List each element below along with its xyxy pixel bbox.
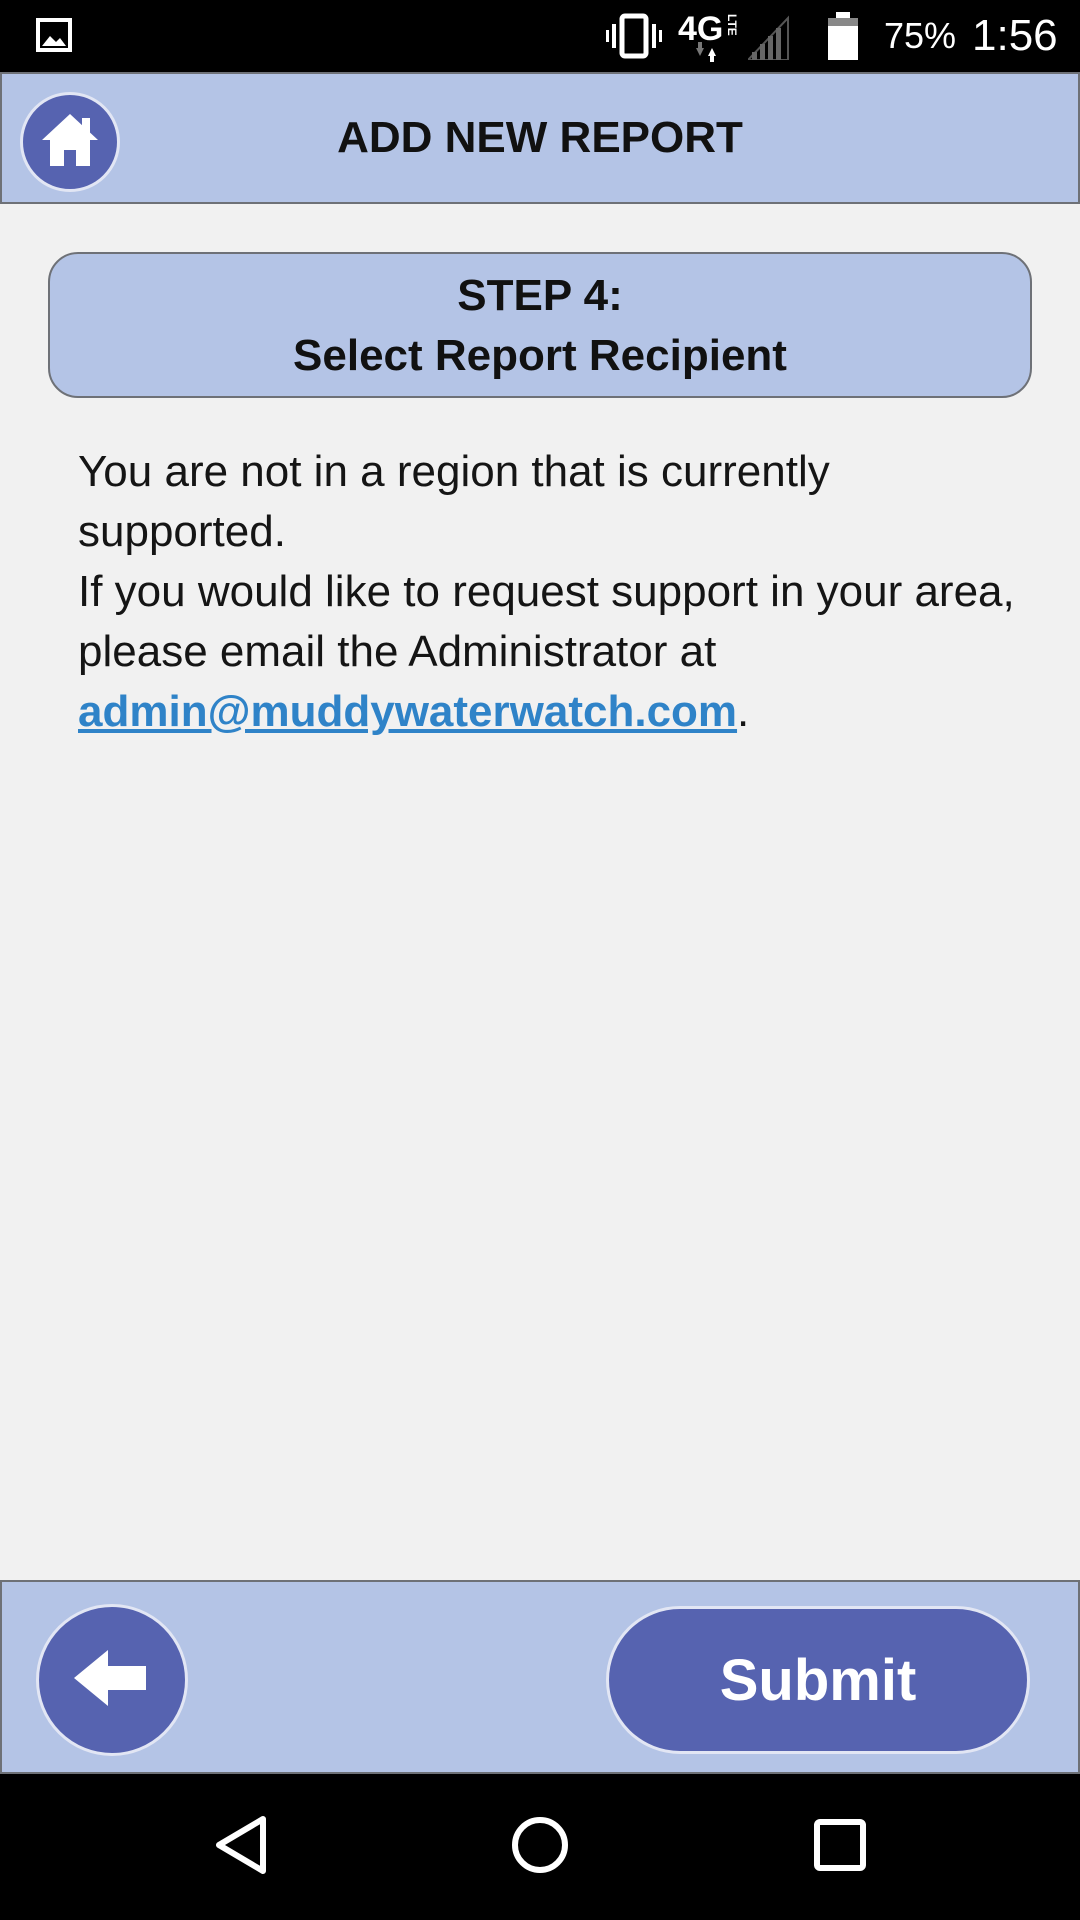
status-bar: 4G LTE 75% 1:56 <box>0 0 1080 72</box>
step-number: STEP 4: <box>457 271 623 320</box>
nav-recents-button[interactable] <box>795 1802 885 1892</box>
message-email-line: admin@muddywaterwatch.com. <box>78 682 1018 742</box>
nav-back-button[interactable] <box>196 1802 286 1892</box>
app-header: ADD NEW REPORT <box>0 72 1080 204</box>
admin-email-link[interactable]: admin@muddywaterwatch.com <box>78 687 737 736</box>
nav-home-icon <box>510 1815 570 1880</box>
step-banner: STEP 4: Select Report Recipient <box>48 252 1032 398</box>
region-message: You are not in a region that is currentl… <box>78 442 1018 742</box>
message-period: . <box>737 687 750 736</box>
message-line-2: If you would like to request support in … <box>78 567 1015 616</box>
battery-percent: 75% <box>884 15 957 56</box>
vibrate-icon <box>606 12 662 65</box>
clock: 1:56 <box>972 11 1058 60</box>
system-nav-bar <box>0 1774 1080 1920</box>
message-line-1: You are not in a region that is currentl… <box>78 447 830 556</box>
network-icon: 4G LTE <box>678 8 748 69</box>
step-title: Select Report Recipient <box>293 331 787 380</box>
footer-bar: Submit <box>0 1580 1080 1774</box>
nav-back-icon <box>213 1815 269 1880</box>
gallery-icon <box>36 18 72 57</box>
page-title: ADD NEW REPORT <box>337 113 743 162</box>
network-sub-label: LTE <box>725 14 739 36</box>
back-button[interactable] <box>36 1604 188 1756</box>
message-line-3: please email the Administrator at <box>78 627 717 676</box>
nav-recents-icon <box>813 1818 867 1877</box>
home-button[interactable] <box>20 92 120 192</box>
signal-icon <box>745 14 790 65</box>
home-icon <box>40 112 100 173</box>
battery-icon <box>826 12 860 67</box>
arrow-left-icon <box>72 1648 152 1713</box>
submit-button[interactable]: Submit <box>606 1606 1030 1754</box>
nav-home-button[interactable] <box>495 1802 585 1892</box>
